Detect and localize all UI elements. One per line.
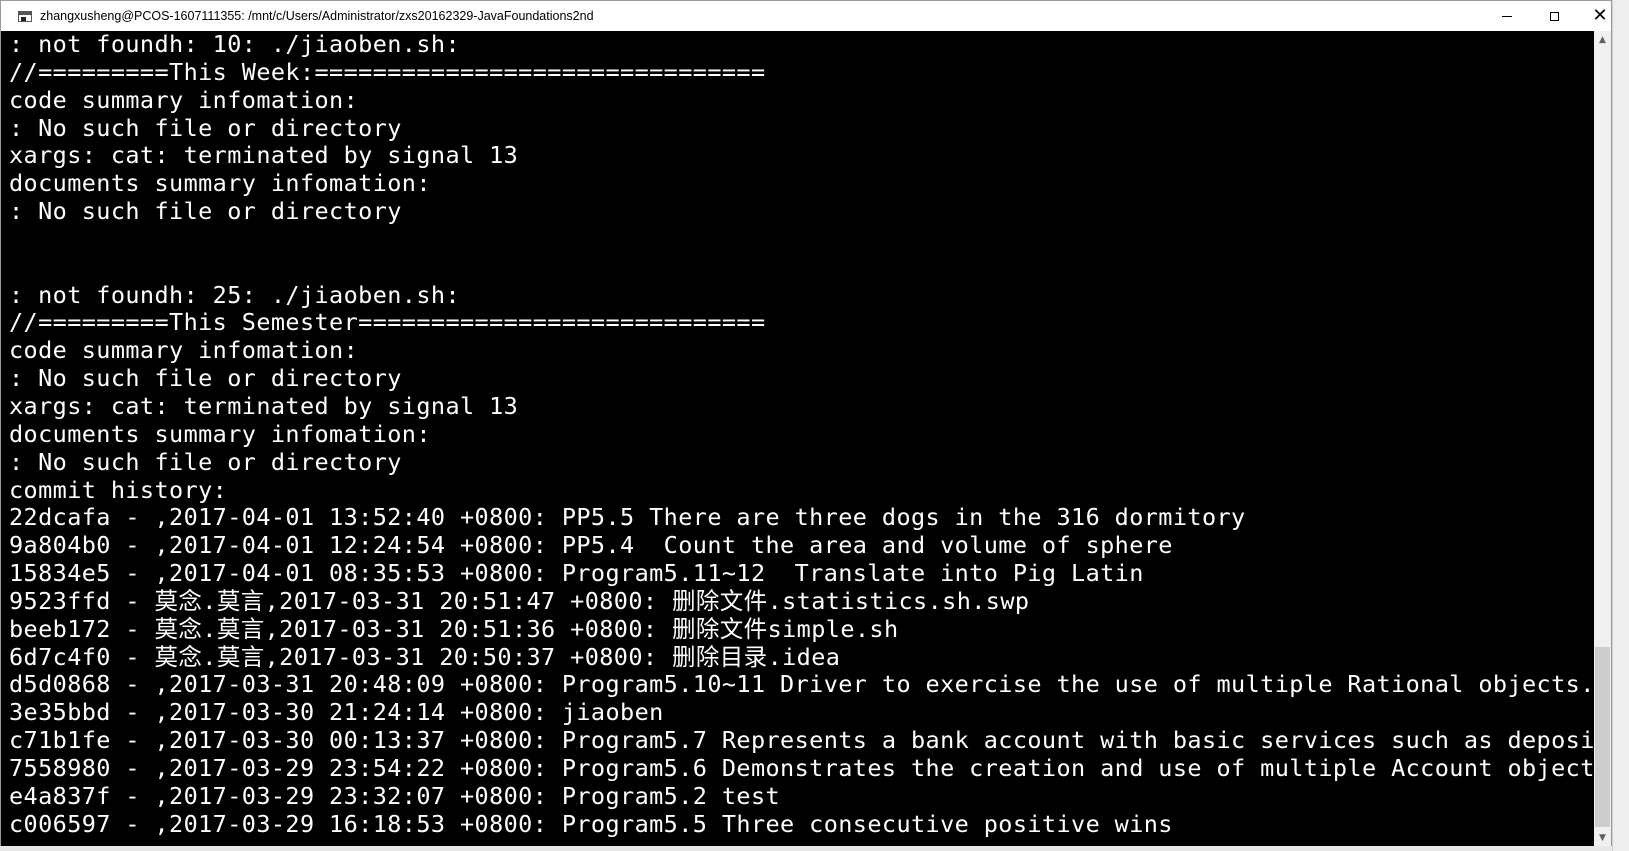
background-window-edge — [1612, 0, 1629, 851]
terminal-line: 7558980 - ,2017-03-29 23:54:22 +0800: Pr… — [9, 753, 1594, 782]
terminal-line: d5d0868 - ,2017-03-31 20:48:09 +0800: Pr… — [9, 670, 1594, 699]
scrollbar-thumb[interactable] — [1595, 647, 1610, 827]
background-taskbar-edge — [0, 846, 1612, 851]
terminal-window: zhangxusheng@PCOS-1607111355: /mnt/c/Use… — [0, 0, 1612, 846]
terminal-line: : not foundh: 25: ./jiaoben.sh: — [9, 280, 460, 309]
terminal-line: 6d7c4f0 - 莫念.莫言,2017-03-31 20:50:37 +080… — [9, 642, 841, 671]
terminal-line: c71b1fe - ,2017-03-30 00:13:37 +0800: Pr… — [9, 726, 1594, 755]
window-title: zhangxusheng@PCOS-1607111355: /mnt/c/Use… — [40, 9, 594, 23]
scroll-up-arrow-icon[interactable]: ▲ — [1594, 31, 1611, 48]
terminal-line: code summary infomation: — [9, 85, 359, 114]
close-icon: ✕ — [1592, 5, 1608, 26]
terminal-line: beeb172 - 莫念.莫言,2017-03-31 20:51:36 +080… — [9, 614, 899, 643]
terminal-line: 9a804b0 - ,2017-04-01 12:24:54 +0800: PP… — [9, 531, 1173, 560]
terminal-line: c006597 - ,2017-03-29 16:18:53 +0800: Pr… — [9, 809, 1173, 838]
terminal-app-icon[interactable] — [18, 10, 32, 22]
terminal-line: commit history: — [9, 475, 228, 504]
terminal-line: xargs: cat: terminated by signal 13 — [9, 141, 519, 170]
terminal-line: 9523ffd - 莫念.莫言,2017-03-31 20:51:47 +080… — [9, 586, 1030, 615]
terminal-lines: : not foundh: 10: ./jiaoben.sh://=======… — [9, 31, 1594, 838]
terminal-line: 22dcafa - ,2017-04-01 13:52:40 +0800: PP… — [9, 503, 1246, 532]
minimize-icon — [1502, 15, 1512, 17]
terminal-output-area[interactable]: : not foundh: 10: ./jiaoben.sh://=======… — [1, 31, 1594, 846]
terminal-line: documents summary infomation: — [9, 419, 431, 448]
terminal-line: : No such file or directory — [9, 113, 402, 142]
scroll-down-arrow-icon[interactable]: ▼ — [1594, 829, 1611, 846]
terminal-line: 15834e5 - ,2017-04-01 08:35:53 +0800: Pr… — [9, 559, 1144, 588]
terminal-line: : No such file or directory — [9, 197, 402, 226]
terminal-line: e4a837f - ,2017-03-29 23:32:07 +0800: Pr… — [9, 781, 781, 810]
terminal-line: 3e35bbd - ,2017-03-30 21:24:14 +0800: ji… — [9, 698, 664, 727]
terminal-line: documents summary infomation: — [9, 169, 431, 198]
maximize-icon — [1549, 11, 1559, 21]
title-bar[interactable]: zhangxusheng@PCOS-1607111355: /mnt/c/Use… — [1, 1, 1611, 31]
terminal-line: code summary infomation: — [9, 336, 359, 365]
maximize-button[interactable] — [1531, 1, 1577, 31]
terminal-line: xargs: cat: terminated by signal 13 — [9, 391, 519, 420]
minimize-button[interactable] — [1484, 1, 1530, 31]
terminal-line: //=========This Semester================… — [9, 308, 766, 337]
terminal-line: : No such file or directory — [9, 447, 402, 476]
terminal-line: //=========This Week:===================… — [9, 57, 766, 86]
vertical-scrollbar[interactable]: ▲ ▼ — [1594, 31, 1611, 846]
terminal-line: : No such file or directory — [9, 364, 402, 393]
terminal-line: : not foundh: 10: ./jiaoben.sh: — [9, 31, 460, 58]
